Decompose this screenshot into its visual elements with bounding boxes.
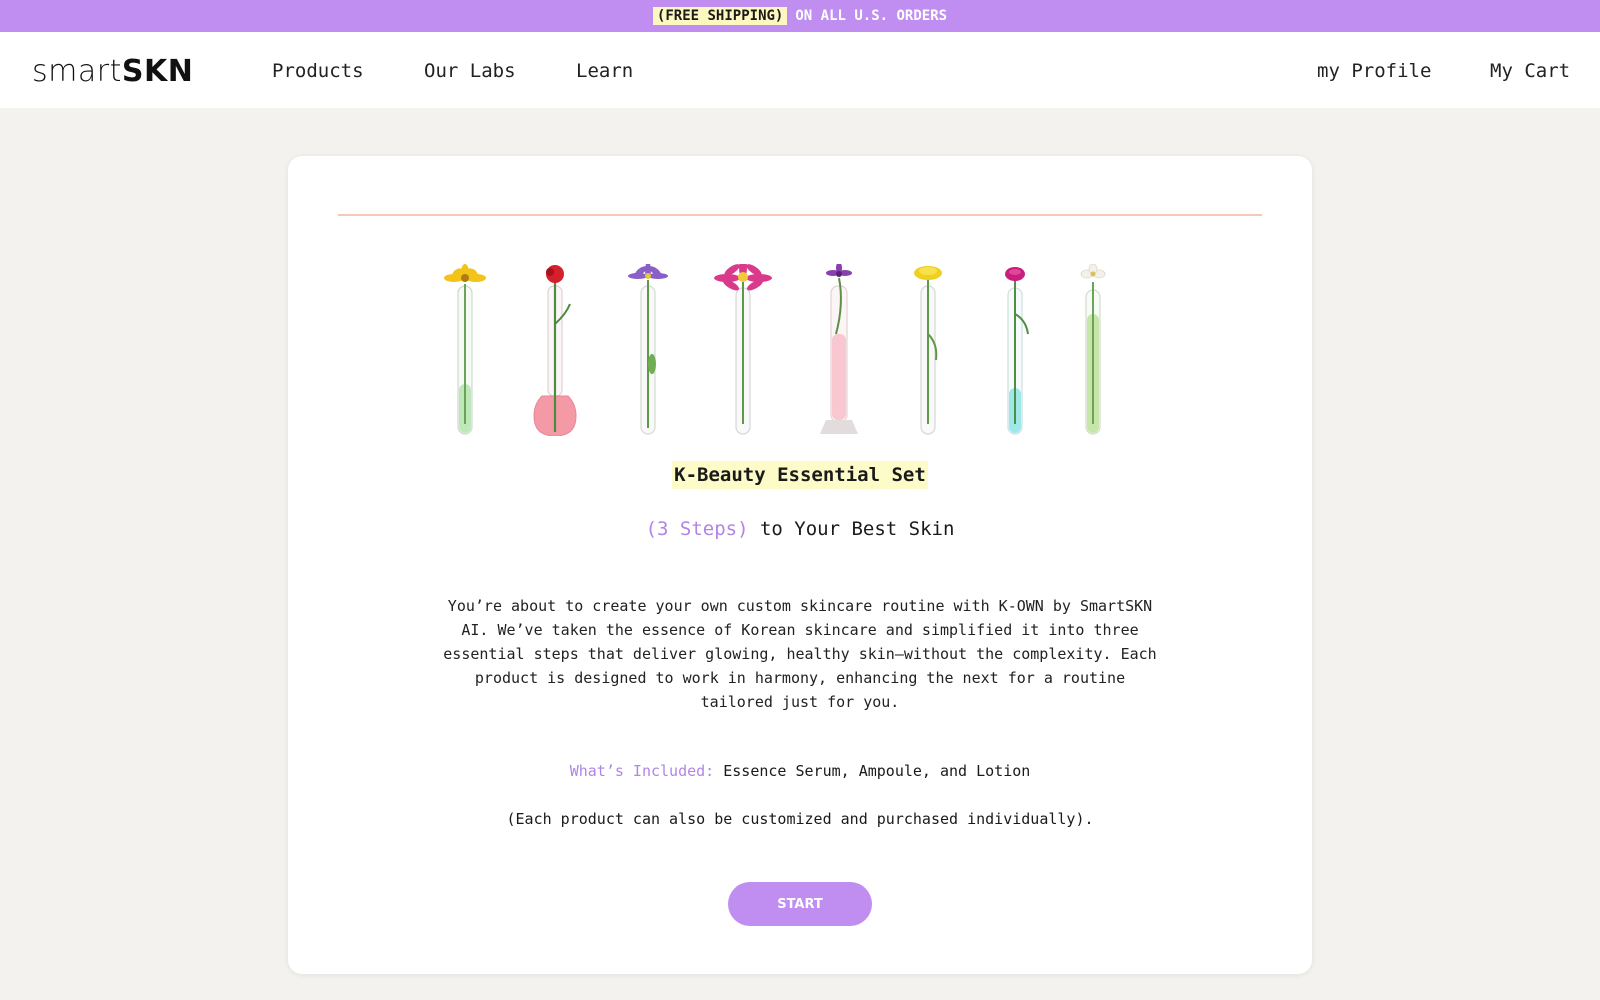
tube-yellow-daisy: [444, 264, 486, 435]
nav-my-cart[interactable]: My Cart: [1490, 60, 1570, 82]
card-divider: [338, 214, 1262, 216]
smartskn-logo[interactable]: smart SKN: [32, 54, 193, 89]
whats-included: What’s Included: Essence Serum, Ampoule,…: [288, 762, 1312, 780]
tube-yellow-carnation: [914, 266, 942, 435]
logo-bold-text: SKN: [121, 54, 194, 89]
subtitle-rest: to Your Best Skin: [748, 518, 955, 540]
start-button[interactable]: START: [728, 882, 872, 926]
nav-products[interactable]: Products: [272, 60, 364, 82]
included-value: Essence Serum, Ampoule, and Lotion: [714, 762, 1031, 780]
product-subtitle: (3 Steps) to Your Best Skin: [288, 518, 1312, 540]
tube-magenta-gerbera: [714, 264, 772, 435]
product-title-wrap: K-Beauty Essential Set: [288, 461, 1312, 489]
nav-learn[interactable]: Learn: [576, 60, 633, 82]
tube-purple-aster: [628, 264, 668, 435]
customize-note: (Each product can also be customized and…: [506, 810, 1094, 828]
subtitle-accent: (3 Steps): [645, 518, 749, 540]
product-title: K-Beauty Essential Set: [672, 461, 928, 489]
essential-set-card: K-Beauty Essential Set (3 Steps) to Your…: [288, 156, 1312, 974]
tube-red-rose: [533, 265, 577, 436]
product-description: You’re about to create your own custom s…: [443, 597, 1157, 711]
logo-light-text: smart: [32, 54, 122, 89]
tube-white-flower: [1080, 264, 1106, 435]
promo-text: ON ALL U.S. ORDERS: [795, 8, 948, 24]
tube-purple-cornflower: [820, 264, 858, 434]
included-label: What’s Included:: [569, 762, 715, 780]
top-navigation: smart SKN Products Our Labs Learn my Prof…: [0, 32, 1600, 108]
nav-our-labs[interactable]: Our Labs: [424, 60, 516, 82]
nav-my-profile[interactable]: my Profile: [1317, 60, 1431, 82]
promo-banner: (FREE SHIPPING) ON ALL U.S. ORDERS: [0, 0, 1600, 32]
flower-tubes-image: [444, 264, 1106, 436]
promo-highlight: (FREE SHIPPING): [652, 7, 788, 25]
tube-magenta-carnation: [1005, 267, 1029, 435]
